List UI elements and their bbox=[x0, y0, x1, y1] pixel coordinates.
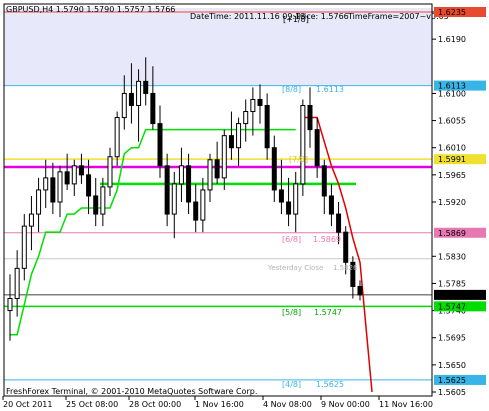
candle-body bbox=[164, 165, 170, 215]
candle-body bbox=[128, 92, 134, 106]
candle-body bbox=[7, 298, 13, 312]
candle-body bbox=[286, 201, 292, 215]
candle-body bbox=[36, 189, 42, 215]
chart-window[interactable]: GBPUSD,H4 1.5790 1.5790 1.5757 1.5766 Da… bbox=[0, 0, 489, 411]
level-8-8-label: [8/8] bbox=[282, 85, 301, 94]
level-5-8-label: [5/8] bbox=[282, 308, 301, 317]
candle-body bbox=[336, 213, 342, 233]
candle-body bbox=[228, 135, 234, 149]
candle-body bbox=[178, 165, 184, 185]
candle-body bbox=[300, 104, 306, 185]
price-highlight-label-current: 1.5766 bbox=[438, 291, 466, 300]
candle-body bbox=[136, 80, 142, 106]
candle-body bbox=[207, 159, 213, 191]
price-chart[interactable]: GBPUSD,H4 1.5790 1.5790 1.5757 1.5766 Da… bbox=[0, 0, 489, 411]
candle-body bbox=[93, 195, 99, 215]
candle-body bbox=[264, 104, 270, 149]
candle-body bbox=[236, 123, 242, 149]
time-tick-label: 28 Oct 00:00 bbox=[129, 400, 181, 409]
price-tick-label: 1.5920 bbox=[438, 198, 466, 207]
candle-body bbox=[64, 171, 70, 185]
candle-body bbox=[278, 189, 284, 203]
price-highlight-label-top: 1.6235 bbox=[438, 8, 466, 17]
candle-body bbox=[257, 98, 263, 106]
candle-body bbox=[86, 174, 92, 197]
candle-body bbox=[121, 92, 127, 119]
candle-body bbox=[71, 165, 77, 185]
price-tick-label: 1.5650 bbox=[438, 361, 466, 370]
candle-body bbox=[314, 129, 320, 167]
candle-body bbox=[28, 213, 34, 227]
candle-body bbox=[57, 171, 63, 203]
price-tick-label: 1.6100 bbox=[438, 89, 466, 98]
candle-body bbox=[200, 189, 206, 221]
level-4-8-label: [4/8] bbox=[282, 380, 301, 389]
time-tick-label: 20 Oct 2011 bbox=[3, 400, 52, 409]
level-6-8-value: 1.5869 bbox=[313, 235, 341, 244]
candle-body bbox=[193, 201, 199, 221]
candle-body bbox=[328, 195, 334, 215]
time-tick-label: 25 Oct 08:00 bbox=[66, 400, 118, 409]
candle-body bbox=[343, 231, 349, 263]
price-highlight-label-lvl-8-8: 1.6113 bbox=[438, 82, 466, 91]
time-tick-label: 1 Nov 16:00 bbox=[195, 400, 244, 409]
price-tick-label: 1.6190 bbox=[438, 35, 466, 44]
overlay-fragment: [+1/8] bbox=[283, 15, 309, 24]
price-tick-label: 1.5695 bbox=[438, 334, 466, 343]
candle-body bbox=[14, 267, 20, 300]
yesterday-close-value: 1.5826 bbox=[333, 264, 358, 272]
price-highlight-label-lvl-5-8: 1.5747 bbox=[438, 302, 466, 311]
candle-body bbox=[293, 183, 299, 215]
candle-body bbox=[171, 183, 177, 215]
level-6-8-label: [6/8] bbox=[282, 235, 301, 244]
candle-body bbox=[307, 104, 313, 131]
candle-body bbox=[143, 80, 149, 94]
timeframe-readout: TimeFrame=2007~v0.05 bbox=[347, 12, 449, 21]
candle-body bbox=[271, 147, 277, 191]
price-highlight-label-lvl-6-8: 1.5869 bbox=[438, 229, 466, 238]
candle-body bbox=[78, 165, 84, 176]
price-tick-label: 1.6010 bbox=[438, 144, 466, 153]
candle-body bbox=[250, 98, 256, 113]
candle-body bbox=[100, 186, 106, 215]
level-4-8-value: 1.5625 bbox=[316, 380, 344, 389]
candle-body bbox=[114, 117, 120, 158]
price-tick-label: 1.5830 bbox=[438, 252, 466, 261]
candle-body bbox=[221, 135, 227, 179]
price-tick-label: 1.5965 bbox=[438, 171, 466, 180]
candle-body bbox=[150, 92, 156, 125]
yellow-level-label: [7/8] bbox=[289, 155, 308, 164]
price-tick-label: 1.5785 bbox=[438, 279, 466, 288]
candle-body bbox=[321, 165, 327, 197]
candle-body bbox=[50, 177, 56, 203]
symbol-info: GBPUSD,H4 1.5790 1.5790 1.5757 1.5766 bbox=[6, 5, 175, 14]
time-tick-label: 11 Nov 16:00 bbox=[379, 400, 433, 409]
level-5-8-value: 1.5747 bbox=[314, 308, 342, 317]
price-highlight-label-lvl-4-8: 1.5625 bbox=[438, 376, 466, 385]
price-tick-label: 1.6055 bbox=[438, 117, 466, 126]
yesterday-close-label: Yesterday Close bbox=[267, 264, 323, 272]
time-tick-label: 9 Nov 00:00 bbox=[321, 400, 370, 409]
candle-body bbox=[186, 165, 192, 203]
time-tick-label: 4 Nov 08:00 bbox=[263, 400, 312, 409]
candle-body bbox=[157, 123, 163, 167]
candle-body bbox=[243, 111, 249, 125]
level-8-8-value: 1.6113 bbox=[316, 85, 344, 94]
candle-body bbox=[107, 156, 113, 188]
price-highlight-label-yellow: 1.5991 bbox=[438, 155, 466, 164]
candle-body bbox=[357, 285, 363, 296]
copyright-text: FreshForex Terminal, © 2001-2010 MetaQuo… bbox=[6, 387, 257, 396]
price-tick-label: 1.5605 bbox=[438, 388, 466, 397]
candle-body bbox=[214, 159, 220, 179]
candle-body bbox=[21, 225, 27, 269]
candle-body bbox=[43, 177, 49, 191]
